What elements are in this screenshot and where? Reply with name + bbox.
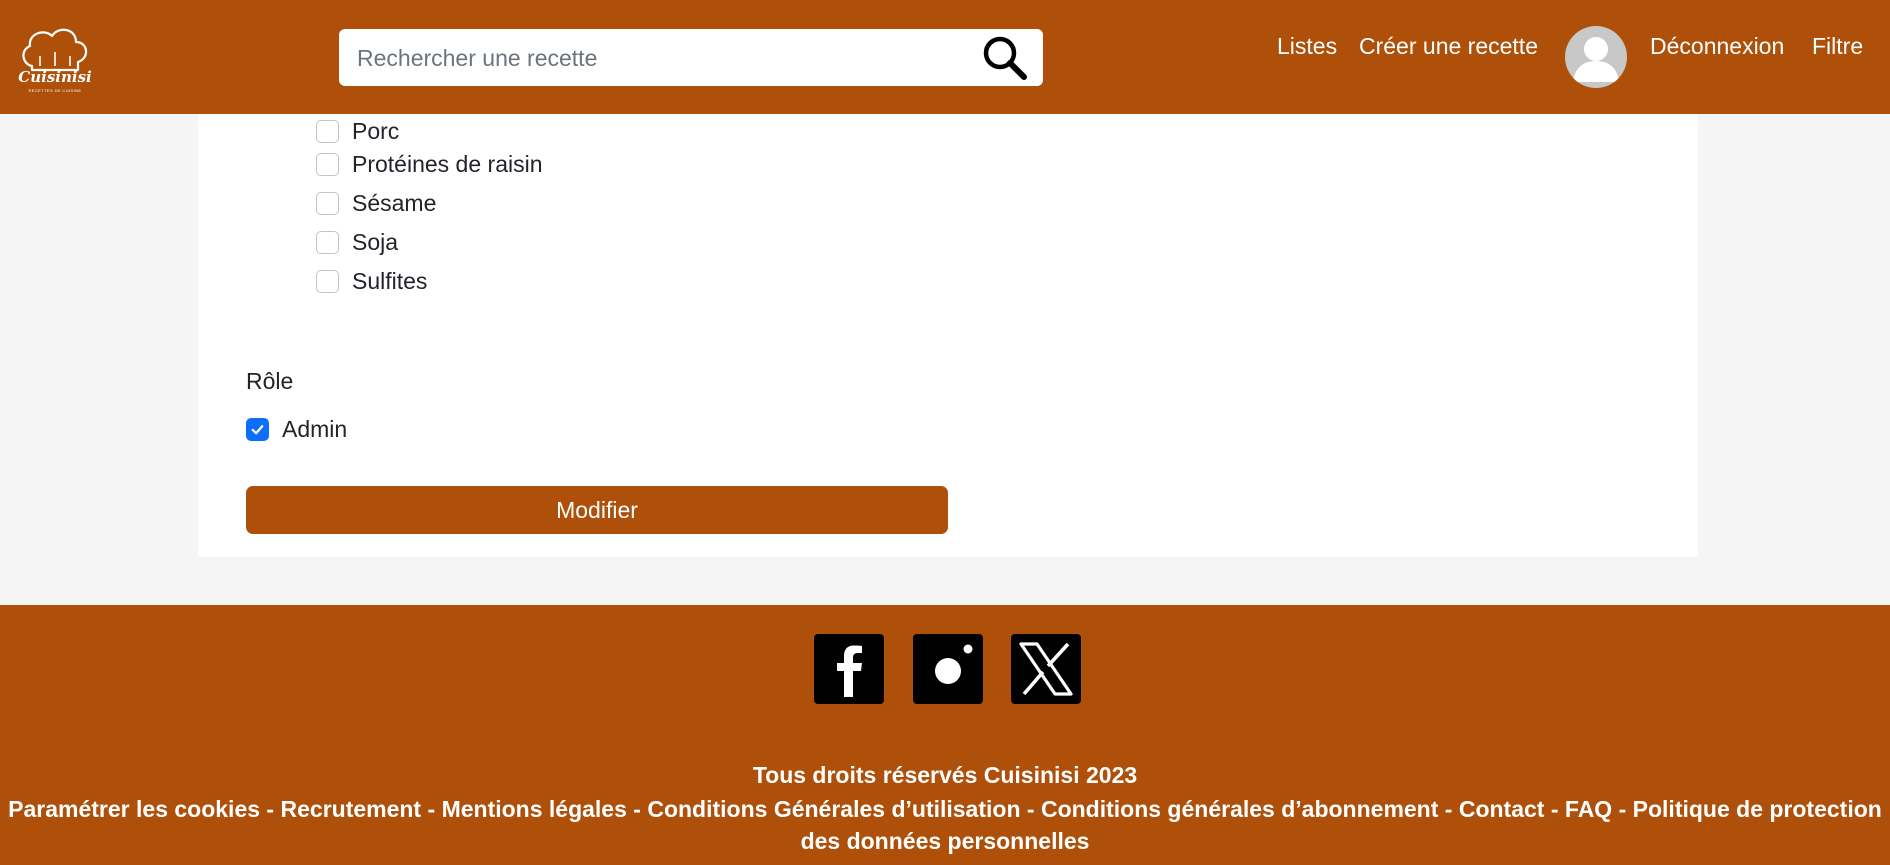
footer-link-contact[interactable]: Contact (1459, 796, 1545, 822)
allergen-label: Protéines de raisin (352, 150, 543, 177)
separator: - (1544, 796, 1565, 822)
footer-link-cgu[interactable]: Conditions Générales d’utilisation (647, 796, 1020, 822)
facebook-icon (837, 645, 862, 697)
checkmark-icon (251, 424, 264, 434)
role-option-admin[interactable]: Admin (246, 412, 347, 446)
logo-tagline: RECETTES DE CUISINE (28, 88, 82, 93)
cuisinisi-logo[interactable]: Cuisinisi RECETTES DE CUISINE (18, 26, 92, 96)
allergen-checkbox[interactable] (316, 269, 339, 293)
separator: - (421, 796, 442, 822)
footer-link-cga[interactable]: Conditions générales d’abonnement (1041, 796, 1438, 822)
allergen-label: Sulfites (352, 267, 428, 294)
legal-links: Paramétrer les cookies - Recrutement - M… (8, 793, 1882, 857)
nav-logout[interactable]: Déconnexion (1650, 33, 1784, 60)
separator: - (1438, 796, 1459, 822)
footer-link-recrutement[interactable]: Recrutement (281, 796, 422, 822)
allergen-label: Porc (352, 117, 400, 144)
instagram-link[interactable] (913, 634, 983, 704)
nav-lists[interactable]: Listes (1277, 33, 1337, 60)
edit-user-form: Porc Protéines de raisin Sésame Soja Sul… (198, 114, 1698, 557)
allergen-option-sulfites[interactable]: Sulfites (316, 264, 427, 298)
admin-checkbox[interactable] (246, 417, 269, 441)
allergen-option-porc[interactable]: Porc (316, 114, 399, 148)
nav-filter[interactable]: Filtre (1812, 33, 1863, 60)
x-icon (1019, 642, 1073, 696)
footer-link-mentions-legales[interactable]: Mentions légales (442, 796, 627, 822)
separator: - (626, 796, 648, 822)
search-icon[interactable] (981, 34, 1029, 82)
allergen-checkbox[interactable] (316, 230, 339, 254)
allergen-option-soja[interactable]: Soja (316, 225, 398, 259)
role-heading: Rôle (246, 368, 294, 394)
chef-hat-icon (22, 28, 88, 72)
modify-button[interactable]: Modifier (246, 486, 948, 534)
allergen-option-sesame[interactable]: Sésame (316, 186, 436, 220)
search-bar (339, 29, 1043, 86)
footer-link-faq[interactable]: FAQ (1565, 796, 1612, 822)
separator: - (1612, 796, 1633, 822)
logo-text: Cuisinisi (18, 68, 92, 86)
x-link[interactable] (1011, 634, 1081, 704)
top-navbar: Cuisinisi RECETTES DE CUISINE Listes Cré… (0, 0, 1890, 114)
allergen-option-proteines-de-raisin[interactable]: Protéines de raisin (316, 147, 543, 181)
search-input[interactable] (357, 41, 957, 75)
allergen-label: Soja (352, 228, 399, 255)
footer: Tous droits réservés Cuisinisi 2023 Para… (0, 605, 1890, 865)
footer-link-cookies[interactable]: Paramétrer les cookies (8, 796, 260, 822)
allergen-checkbox[interactable] (316, 191, 339, 215)
allergen-checkbox[interactable] (316, 152, 339, 176)
allergen-checkbox[interactable] (316, 119, 339, 143)
avatar[interactable] (1565, 26, 1627, 88)
nav-create-recipe[interactable]: Créer une recette (1359, 33, 1538, 60)
separator: - (1020, 796, 1041, 822)
instagram-icon (935, 644, 973, 684)
allergen-label: Sésame (352, 189, 437, 216)
separator: - (260, 796, 281, 822)
facebook-link[interactable] (814, 634, 884, 704)
copyright-text: Tous droits réservés Cuisinisi 2023 (752, 762, 1138, 788)
role-option-label: Admin (282, 415, 348, 442)
user-avatar-icon (1573, 37, 1619, 82)
